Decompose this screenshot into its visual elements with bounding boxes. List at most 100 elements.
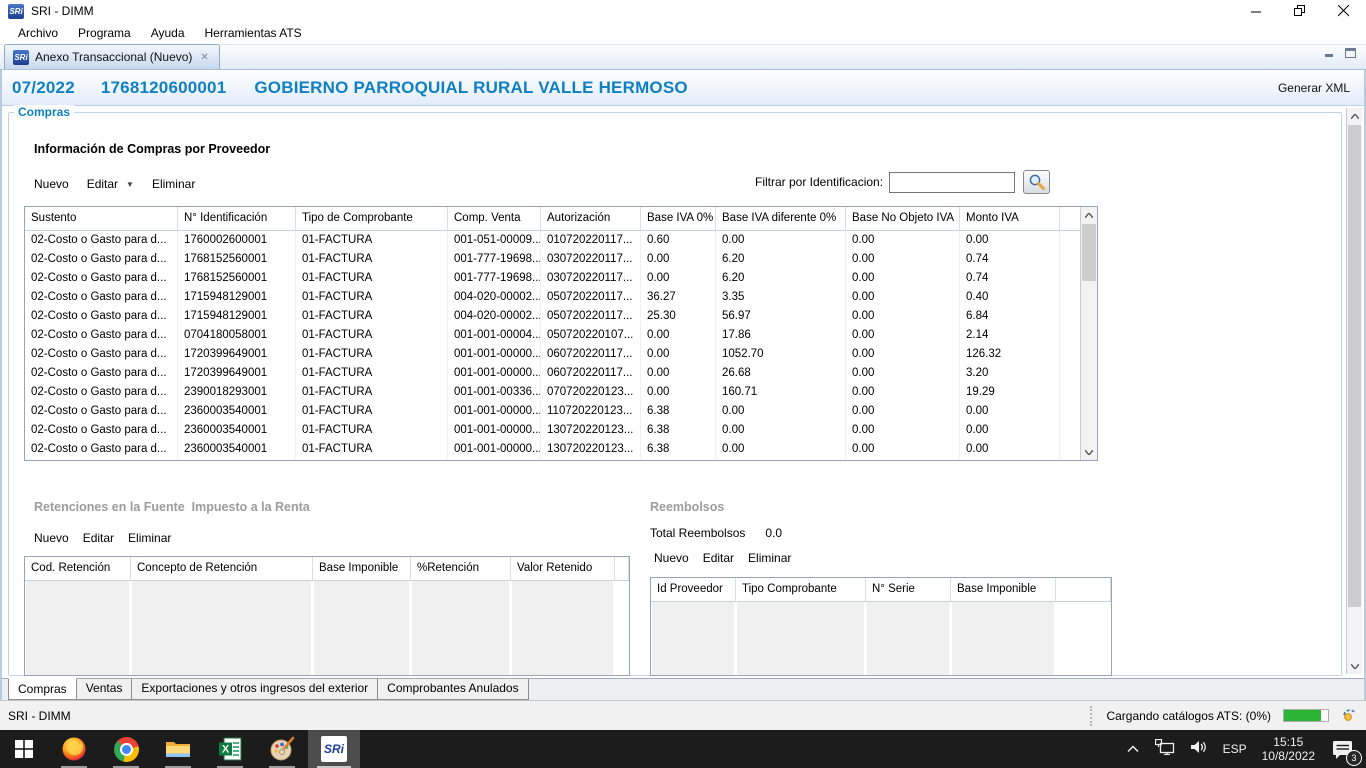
view-scrollbar-thumb[interactable] [1348, 125, 1361, 607]
column-header[interactable]: Base Imponible [951, 578, 1056, 601]
column-header[interactable]: Base Imponible [313, 557, 411, 580]
minimize-view-icon[interactable] [1324, 45, 1335, 63]
menu-ayuda[interactable]: Ayuda [141, 23, 195, 43]
table-cell: 1715948129001 [178, 288, 296, 307]
table-cell: 001-001-00000... [448, 345, 541, 364]
column-header[interactable]: N° Serie [866, 578, 951, 601]
total-reembolsos-label: Total Reembolsos [650, 526, 762, 540]
table-row[interactable]: 02-Costo o Gasto para d...07041800580010… [25, 326, 1080, 345]
chrome-taskbar-button[interactable] [100, 730, 152, 768]
scrollbar-thumb[interactable] [1082, 224, 1096, 281]
column-header[interactable]: N° Identificación [178, 207, 296, 230]
table-row[interactable]: 02-Costo o Gasto para d...17159481290010… [25, 288, 1080, 307]
clock[interactable]: 15:15 10/8/2022 [1262, 735, 1315, 763]
table-cell: 0.00 [716, 421, 846, 440]
tab-exportaciones[interactable]: Exportaciones y otros ingresos del exter… [131, 679, 378, 700]
app-icon: SRi [8, 4, 24, 19]
paint-taskbar-button[interactable] [256, 730, 308, 768]
date-label: 10/8/2022 [1262, 749, 1315, 763]
filter-input[interactable] [889, 172, 1015, 193]
ret-eliminar-button[interactable]: Eliminar [128, 531, 171, 545]
generar-xml-button[interactable]: Generar XML [1278, 81, 1350, 95]
view-scroll-down-icon[interactable] [1347, 658, 1362, 674]
tab-comprobantes-anulados[interactable]: Comprobantes Anulados [377, 679, 528, 700]
scroll-up-icon[interactable] [1081, 207, 1097, 223]
table-row[interactable]: 02-Costo o Gasto para d...17203996490010… [25, 364, 1080, 383]
maximize-view-icon[interactable] [1345, 45, 1356, 63]
table-cell: 02-Costo o Gasto para d... [25, 307, 178, 326]
tab-ventas[interactable]: Ventas [76, 679, 133, 700]
table-cell: 1768152560001 [178, 269, 296, 288]
empty-column [737, 602, 864, 675]
column-header[interactable]: Concepto de Retención [131, 557, 313, 580]
sri-dimm-taskbar-button[interactable]: SRi [308, 730, 360, 768]
column-header[interactable]: Base IVA 0% [641, 207, 716, 230]
action-center-button[interactable]: 3 [1330, 736, 1356, 762]
column-header[interactable]: Id Proveedor [651, 578, 736, 601]
excel-taskbar-button[interactable]: X [204, 730, 256, 768]
view-scroll-up-icon[interactable] [1347, 108, 1362, 124]
menu-archivo[interactable]: Archivo [8, 23, 68, 43]
minimize-button[interactable] [1251, 6, 1262, 17]
tab-anexo-transaccional[interactable]: SRi Anexo Transaccional (Nuevo) ✕ [4, 44, 220, 69]
file-explorer-taskbar-button[interactable] [152, 730, 204, 768]
empty-column [132, 581, 311, 675]
reemb-eliminar-button[interactable]: Eliminar [748, 551, 791, 565]
search-button[interactable] [1023, 170, 1050, 194]
table-cell: 25.30 [641, 307, 716, 326]
column-header[interactable]: Autorización [541, 207, 641, 230]
start-button[interactable] [0, 730, 48, 768]
column-header[interactable]: Base IVA diferente 0% [716, 207, 846, 230]
close-button[interactable] [1338, 5, 1350, 17]
editar-button[interactable]: Editar [87, 177, 118, 191]
column-header[interactable]: Valor Retenido [511, 557, 615, 580]
column-header[interactable]: Sustento [25, 207, 178, 230]
reemb-editar-button[interactable]: Editar [703, 551, 734, 565]
loading-spinner-icon [1341, 706, 1358, 726]
menu-programa[interactable]: Programa [68, 23, 141, 43]
empty-column [26, 581, 129, 675]
scroll-down-icon[interactable] [1081, 444, 1097, 460]
column-header[interactable]: Tipo Comprobante [736, 578, 866, 601]
svg-text:X: X [222, 744, 230, 756]
table-row[interactable]: 02-Costo o Gasto para d...17203996490010… [25, 345, 1080, 364]
show-hidden-icons-chevron[interactable] [1126, 740, 1140, 758]
table-cell: 36.27 [641, 288, 716, 307]
volume-icon[interactable] [1190, 740, 1208, 759]
table-cell: 01-FACTURA [296, 231, 448, 250]
table-scrollbar[interactable] [1080, 207, 1097, 460]
table-row[interactable]: 02-Costo o Gasto para d...23600035400010… [25, 421, 1080, 440]
table-row[interactable]: 02-Costo o Gasto para d...17681525600010… [25, 269, 1080, 288]
table-row[interactable]: 02-Costo o Gasto para d...17681525600010… [25, 250, 1080, 269]
reemb-nuevo-button[interactable]: Nuevo [654, 551, 689, 565]
eliminar-button[interactable]: Eliminar [152, 177, 195, 191]
table-cell: 0.00 [846, 269, 960, 288]
table-row[interactable]: 02-Costo o Gasto para d...23900182930010… [25, 383, 1080, 402]
network-icon[interactable] [1155, 739, 1175, 760]
table-row[interactable]: 02-Costo o Gasto para d...17600026000010… [25, 231, 1080, 250]
table-cell: 6.38 [641, 440, 716, 459]
table-cell: 01-FACTURA [296, 364, 448, 383]
menu-herramientas-ats[interactable]: Herramientas ATS [195, 23, 312, 43]
column-header[interactable]: Comp. Venta [448, 207, 541, 230]
table-row[interactable]: 02-Costo o Gasto para d...23600035400010… [25, 402, 1080, 421]
ret-editar-button[interactable]: Editar [83, 531, 114, 545]
tab-close-icon[interactable]: ✕ [198, 52, 210, 63]
ret-nuevo-button[interactable]: Nuevo [34, 531, 69, 545]
table-row[interactable]: 02-Costo o Gasto para d...17159481290010… [25, 307, 1080, 326]
tab-compras[interactable]: Compras [8, 678, 77, 700]
nuevo-button[interactable]: Nuevo [34, 177, 69, 191]
language-indicator[interactable]: ESP [1223, 742, 1247, 756]
column-header[interactable]: Monto IVA [960, 207, 1060, 230]
column-header[interactable]: Base No Objeto IVA [846, 207, 960, 230]
view-scrollbar[interactable] [1346, 108, 1362, 674]
table-row[interactable]: 02-Costo o Gasto para d...23600035400010… [25, 440, 1080, 459]
column-header[interactable]: %Retención [411, 557, 511, 580]
table-cell: 2360003540001 [178, 440, 296, 459]
column-header[interactable]: Cod. Retención [25, 557, 131, 580]
restore-button[interactable] [1294, 5, 1306, 17]
firefox-taskbar-button[interactable] [48, 730, 100, 768]
editar-dropdown-icon[interactable]: ▼ [126, 180, 134, 189]
column-header[interactable]: Tipo de Comprobante [296, 207, 448, 230]
table-cell: 001-001-00000... [448, 364, 541, 383]
